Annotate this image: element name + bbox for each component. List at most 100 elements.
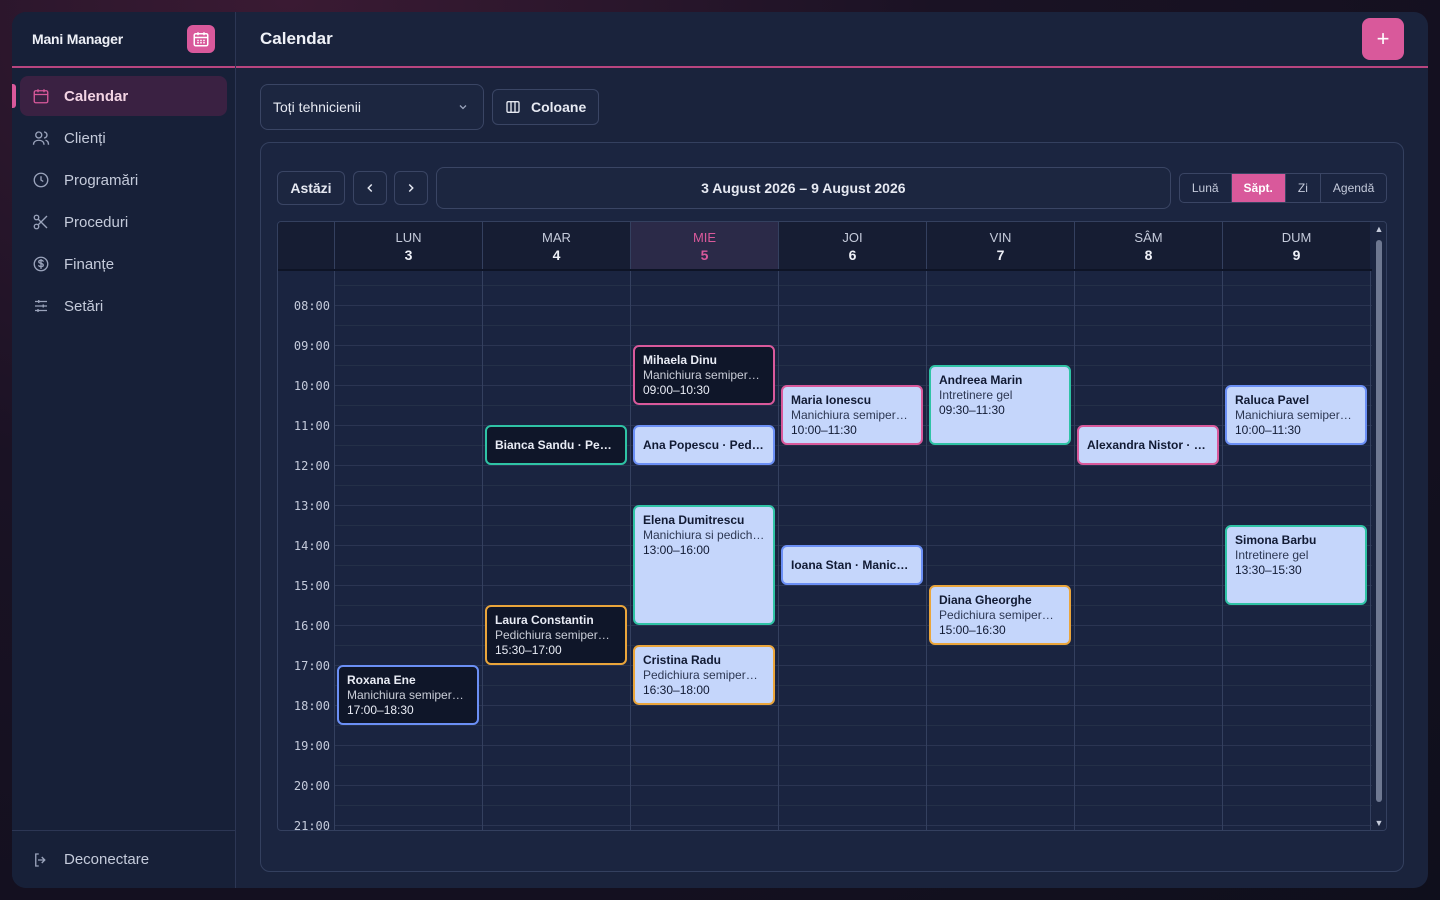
sidebar-item-finante[interactable]: Finanțe bbox=[20, 244, 227, 284]
next-week-button[interactable] bbox=[393, 171, 428, 205]
scroll-up-arrow-icon[interactable]: ▲ bbox=[1374, 224, 1384, 234]
day-header-sâm[interactable]: SÂM 8 bbox=[1074, 222, 1222, 270]
appointment-event[interactable]: Ana Popescu · Pedic... bbox=[633, 425, 775, 465]
time-label: 20:00 bbox=[293, 779, 330, 793]
appointment-event[interactable]: Maria Ionescu Manichiura semiperm... 10:00… bbox=[781, 385, 923, 445]
top-bar: Calendar + bbox=[236, 12, 1428, 68]
time-label: 21:00 bbox=[293, 819, 330, 830]
sidebar-item-setari[interactable]: Setări bbox=[20, 286, 227, 326]
page-title: Calendar bbox=[260, 29, 333, 48]
calendar-logo-icon[interactable] bbox=[187, 25, 215, 53]
day-name: LUN bbox=[395, 229, 422, 245]
scroll-thumb[interactable] bbox=[1376, 240, 1382, 802]
appointment-event[interactable]: Ioana Stan · Manichi... bbox=[781, 545, 923, 585]
day-header-joi[interactable]: JOI 6 bbox=[778, 222, 926, 270]
day-header-mie[interactable]: MIE 5 bbox=[630, 222, 778, 270]
event-client: Roxana Ene bbox=[347, 673, 416, 687]
technician-select[interactable]: Toți tehnicienii bbox=[260, 84, 484, 130]
time-label: 10:00 bbox=[293, 379, 330, 393]
sidebar-header: Mani Manager bbox=[12, 12, 235, 68]
sliders-icon bbox=[35, 300, 47, 312]
hour-line bbox=[334, 665, 1372, 666]
today-button[interactable]: Astăzi bbox=[277, 171, 345, 205]
half-hour-line bbox=[334, 685, 1372, 686]
sidebar-item-programari[interactable]: Programări bbox=[20, 160, 227, 200]
grid-scrollbar[interactable]: ▲ ▼ bbox=[1372, 222, 1386, 830]
appointment-event[interactable]: Diana Gheorghe Pedichiura semiperm... 15:0… bbox=[929, 585, 1071, 645]
hour-line bbox=[334, 705, 1372, 706]
half-hour-line bbox=[334, 525, 1372, 526]
day-header-mar[interactable]: MAR 4 bbox=[482, 222, 630, 270]
sidebar-item-label: Proceduri bbox=[64, 213, 129, 231]
event-time: 13:00–16:00 bbox=[643, 543, 710, 557]
logout-button[interactable]: Deconectare bbox=[12, 830, 235, 888]
sidebar-item-proceduri[interactable]: Proceduri bbox=[20, 202, 227, 242]
day-header-dum[interactable]: DUM 9 bbox=[1222, 222, 1370, 270]
appointment-event[interactable]: Roxana Ene Manichiura semiperm... 17:00–18… bbox=[337, 665, 479, 725]
add-appointment-button[interactable]: + bbox=[1362, 18, 1404, 60]
event-service: Intretinere gel bbox=[939, 388, 1013, 402]
event-time: 10:00–11:30 bbox=[791, 423, 857, 437]
event-time: 13:30–15:30 bbox=[1235, 563, 1302, 577]
event-service: Manichiura semiperm... bbox=[643, 368, 765, 382]
calendar-panel: Astăzi 3 August 2026 – 9 August 2026 Lun… bbox=[260, 142, 1404, 872]
columns-button[interactable]: Coloane bbox=[492, 89, 600, 125]
view-month-button[interactable]: Lună bbox=[1180, 174, 1232, 202]
column-divider bbox=[778, 271, 779, 830]
hour-line bbox=[334, 785, 1372, 786]
view-day-button[interactable]: Zi bbox=[1286, 174, 1321, 202]
event-service: Manichiura semiperm... bbox=[347, 688, 469, 702]
sidebar-item-label: Setări bbox=[64, 297, 104, 315]
view-agenda-button[interactable]: Agendă bbox=[1321, 174, 1386, 202]
appointment-event[interactable]: Raluca Pavel Manichiura semiperm... 10:00–… bbox=[1225, 385, 1367, 445]
event-time: 10:00–11:30 bbox=[1235, 423, 1301, 437]
time-gutter-header bbox=[278, 222, 334, 270]
sidebar-item-calendar[interactable]: Calendar bbox=[12, 76, 227, 116]
time-label: 08:00 bbox=[293, 299, 330, 313]
sidebar-item-clienti[interactable]: Clienți bbox=[20, 118, 227, 158]
appointment-event[interactable]: Alexandra Nistor · P... bbox=[1077, 425, 1219, 465]
half-hour-line bbox=[334, 285, 1372, 286]
appointment-event[interactable]: Andreea Marin Intretinere gel 09:30–11:30 bbox=[929, 365, 1071, 445]
event-time: 15:00–16:30 bbox=[939, 623, 1006, 637]
event-time: 15:30–17:00 bbox=[495, 643, 562, 657]
day-name: JOI bbox=[842, 229, 863, 245]
time-label: 13:00 bbox=[293, 499, 330, 513]
appointment-event[interactable]: Simona Barbu Intretinere gel 13:30–15:30 bbox=[1225, 525, 1367, 605]
time-label: 07:00 bbox=[278, 271, 332, 273]
event-client: Maria Ionescu bbox=[791, 393, 872, 407]
event-client: Alexandra Nistor · P... bbox=[1087, 437, 1209, 452]
appointment-event[interactable]: Bianca Sandu · Pedic... bbox=[485, 425, 627, 465]
event-time: 17:00–18:30 bbox=[347, 703, 414, 717]
view-week-button[interactable]: Săpt. bbox=[1231, 174, 1286, 202]
main-content: Calendar + Toți tehnicienii Coloane Astă… bbox=[236, 12, 1428, 888]
users-icon bbox=[32, 131, 50, 145]
technician-select-value: Toți tehnicienii bbox=[273, 99, 361, 115]
brand-name: Mani Manager bbox=[32, 31, 123, 47]
day-number: 8 bbox=[1144, 246, 1153, 263]
event-client: Laura Constantin bbox=[495, 613, 594, 627]
columns-label: Coloane bbox=[531, 99, 587, 115]
event-time: 09:30–11:30 bbox=[939, 403, 1005, 417]
logout-icon bbox=[35, 852, 46, 867]
day-header-vin[interactable]: VIN 7 bbox=[926, 222, 1074, 270]
appointment-event[interactable]: Elena Dumitrescu Manichiura si pedichi...… bbox=[633, 505, 775, 625]
appointment-event[interactable]: Laura Constantin Pedichiura semiperm... 15… bbox=[485, 605, 627, 665]
scroll-down-arrow-icon[interactable]: ▼ bbox=[1374, 818, 1384, 828]
appointment-event[interactable]: Cristina Radu Pedichiura semiperm... 16:30… bbox=[633, 645, 775, 705]
column-divider bbox=[334, 271, 335, 830]
sidebar-item-label: Clienți bbox=[64, 129, 106, 147]
day-number: 9 bbox=[1292, 246, 1301, 263]
time-label: 16:00 bbox=[293, 619, 330, 633]
grid-body[interactable]: 07:00 08:00 09:00 10:00 11:00 12:00 13:00 14:00… bbox=[278, 271, 1372, 830]
day-number: 3 bbox=[404, 246, 413, 263]
prev-week-button[interactable] bbox=[352, 171, 387, 205]
time-label: 09:00 bbox=[293, 339, 330, 353]
day-number: 6 bbox=[848, 246, 857, 263]
day-name: MIE bbox=[692, 229, 717, 245]
column-divider bbox=[630, 271, 631, 830]
day-header-lun[interactable]: LUN 3 bbox=[334, 222, 482, 270]
event-client: Elena Dumitrescu bbox=[643, 513, 745, 527]
appointment-event[interactable]: Mihaela Dinu Manichiura semiperm... 09:00–… bbox=[633, 345, 775, 405]
filters-row: Toți tehnicienii Coloane bbox=[260, 84, 600, 130]
